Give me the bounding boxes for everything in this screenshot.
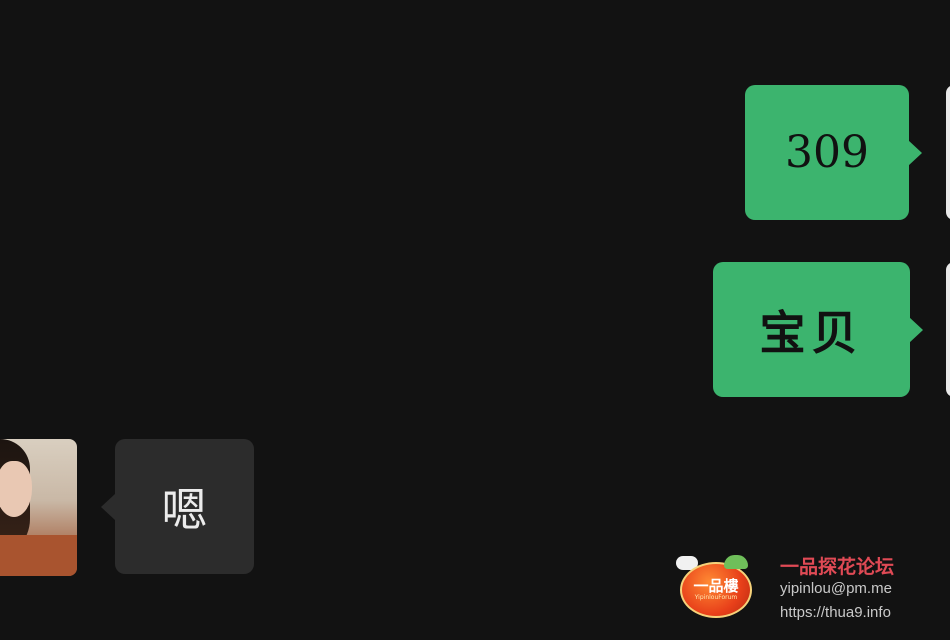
hat-icon — [724, 555, 748, 569]
incoming-message-bubble[interactable]: 嗯 — [101, 439, 254, 574]
outgoing-message-bubble[interactable]: 宝贝 — [713, 262, 923, 397]
logo-subtext: YipinlouForum — [694, 594, 738, 601]
message-text: 309 — [785, 127, 869, 178]
forum-logo: 一品樓 YipinlouForum — [680, 562, 752, 618]
bubble-tail — [909, 316, 923, 343]
bubble-tail — [101, 493, 115, 520]
logo-text: 一品樓 — [693, 577, 739, 595]
avatar-dress — [0, 535, 77, 576]
outgoing-message-bubble[interactable]: 309 — [745, 85, 922, 220]
message-text: 嗯 — [161, 482, 208, 537]
message-text: 宝贝 — [759, 305, 864, 360]
bubble-tail — [908, 139, 922, 166]
watermark-url: https://thua9.info — [780, 604, 891, 621]
self-avatar[interactable] — [946, 85, 950, 220]
watermark-email: yipinlou@pm.me — [780, 580, 892, 597]
watermark: 一品樓 YipinlouForum 一品探花论坛 yipinlou@pm.me … — [676, 550, 950, 640]
contact-avatar[interactable] — [0, 439, 77, 576]
watermark-title: 一品探花论坛 — [780, 556, 895, 578]
self-avatar[interactable] — [946, 262, 950, 397]
